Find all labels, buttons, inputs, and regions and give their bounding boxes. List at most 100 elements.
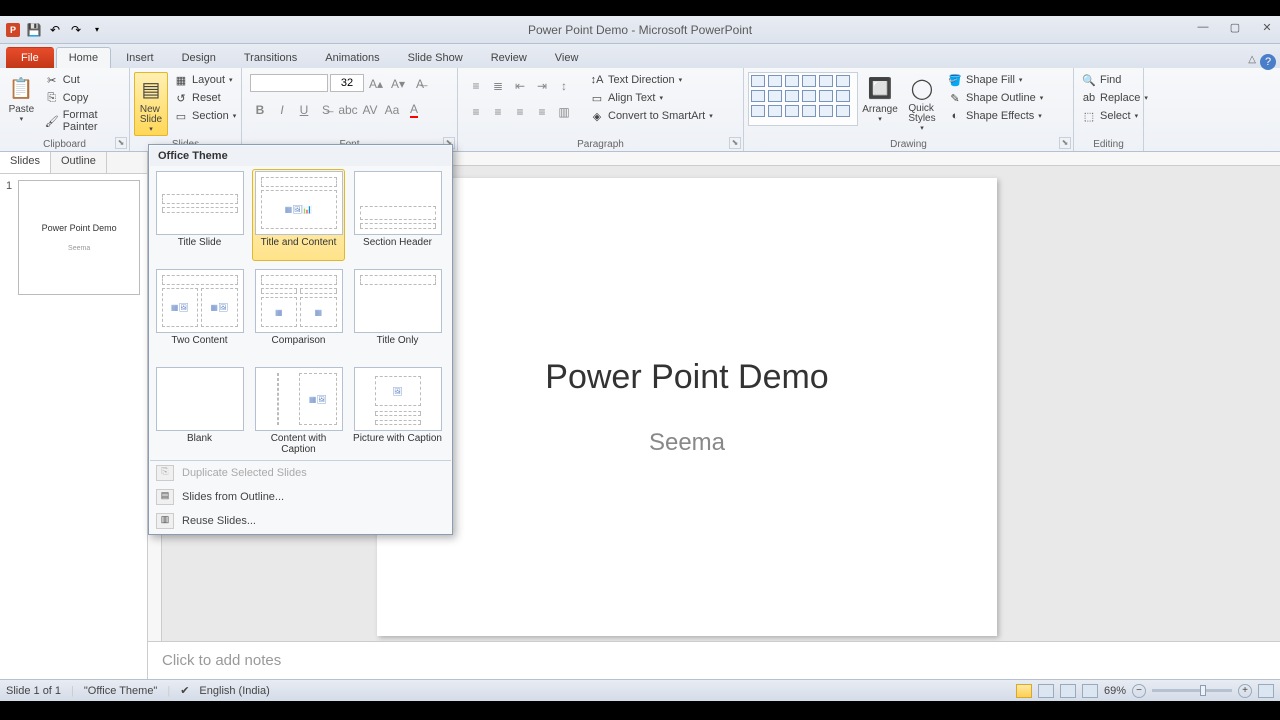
arrange-button[interactable]: 🔲Arrange▾ (860, 72, 900, 125)
slide-subtitle[interactable]: Seema (649, 429, 725, 457)
spacing-icon[interactable]: AV (360, 100, 380, 120)
font-size-combo[interactable] (330, 74, 364, 92)
qat-dropdown-icon[interactable]: ▾ (88, 21, 106, 39)
tab-view[interactable]: View (542, 47, 592, 68)
line-spacing-icon[interactable]: ↕ (554, 76, 574, 96)
tab-home[interactable]: Home (56, 47, 111, 69)
section-button[interactable]: ▭Section▾ (170, 108, 240, 124)
minimize-button[interactable]: — (1194, 21, 1212, 39)
paragraph-label: Paragraph (458, 139, 743, 150)
slides-from-outline-item[interactable]: ▤Slides from Outline... (150, 485, 451, 509)
smartart-button[interactable]: ◈Convert to SmartArt▾ (586, 108, 717, 124)
normal-view-icon[interactable] (1016, 684, 1032, 698)
notes-pane[interactable]: Click to add notes (148, 641, 1280, 679)
new-slide-button[interactable]: ▤ New Slide ▾ (134, 72, 168, 136)
layout-title-only[interactable]: Title Only (351, 267, 444, 359)
fit-window-icon[interactable] (1258, 684, 1274, 698)
bold-icon[interactable]: B (250, 100, 270, 120)
shape-outline-button[interactable]: ✎Shape Outline▾ (944, 90, 1047, 106)
select-button[interactable]: ⬚Select▾ (1078, 108, 1152, 124)
undo-icon[interactable]: ↶ (46, 21, 64, 39)
bullets-icon[interactable]: ≡ (466, 76, 486, 96)
underline-icon[interactable]: U (294, 100, 314, 120)
sorter-view-icon[interactable] (1038, 684, 1054, 698)
slide-thumbnail[interactable]: Power Point Demo Seema (18, 180, 140, 295)
layout-comparison[interactable]: ▦▦ Comparison (252, 267, 345, 359)
justify-icon[interactable]: ≡ (532, 102, 552, 122)
drawing-launcher[interactable]: ⬊ (1059, 137, 1071, 149)
slides-tab[interactable]: Slides (0, 152, 51, 173)
shrink-font-icon[interactable]: A▾ (388, 74, 408, 94)
cut-button[interactable]: ✂Cut (41, 72, 125, 88)
maximize-button[interactable]: ▢ (1226, 21, 1244, 39)
align-text-button[interactable]: ▭Align Text▾ (586, 90, 717, 106)
shape-fill-button[interactable]: 🪣Shape Fill▾ (944, 72, 1047, 88)
columns-icon[interactable]: ▥ (554, 102, 574, 122)
help-icon[interactable]: ? (1260, 54, 1276, 70)
text-direction-button[interactable]: ↕AText Direction▾ (586, 72, 717, 88)
quick-styles-button[interactable]: ◯Quick Styles▾ (902, 72, 942, 134)
tab-design[interactable]: Design (169, 47, 229, 68)
strike-icon[interactable]: S̶ (316, 100, 336, 120)
layout-content-caption[interactable]: ▦🖼 Content with Caption (252, 365, 345, 457)
layout-picture-caption[interactable]: 🖼 Picture with Caption (351, 365, 444, 457)
case-icon[interactable]: Aa (382, 100, 402, 120)
reuse-slides-item[interactable]: ▥Reuse Slides... (150, 509, 451, 533)
replace-button[interactable]: abReplace▾ (1078, 90, 1152, 106)
shadow-icon[interactable]: abc (338, 100, 358, 120)
layout-title-slide[interactable]: Title Slide (153, 169, 246, 261)
layout-section-header[interactable]: Section Header (351, 169, 444, 261)
clear-format-icon[interactable]: A̶ (410, 74, 430, 94)
copy-button[interactable]: ⎘Copy (41, 90, 125, 106)
tab-slideshow[interactable]: Slide Show (395, 47, 476, 68)
redo-icon[interactable]: ↷ (67, 21, 85, 39)
tab-insert[interactable]: Insert (113, 47, 167, 68)
clipboard-launcher[interactable]: ⬊ (115, 137, 127, 149)
tab-transitions[interactable]: Transitions (231, 47, 310, 68)
format-painter-button[interactable]: 🖌Format Painter (41, 108, 125, 134)
tab-animations[interactable]: Animations (312, 47, 392, 68)
italic-icon[interactable]: I (272, 100, 292, 120)
slide-title[interactable]: Power Point Demo (545, 358, 828, 397)
close-button[interactable]: ✕ (1258, 21, 1276, 39)
align-right-icon[interactable]: ≡ (510, 102, 530, 122)
shape-effects-button[interactable]: ◐Shape Effects▾ (944, 108, 1047, 124)
spellcheck-icon[interactable]: ✔ (180, 684, 189, 697)
group-clipboard: 📋 Paste ▾ ✂Cut ⎘Copy 🖌Format Painter Cli… (0, 68, 130, 151)
gallery-header: Office Theme (150, 146, 451, 166)
layout-blank[interactable]: Blank (153, 365, 246, 457)
layout-title-content[interactable]: ▦🖼📊 Title and Content (252, 169, 345, 261)
zoom-out-icon[interactable]: − (1132, 684, 1146, 698)
paragraph-launcher[interactable]: ⬊ (729, 137, 741, 149)
quick-styles-icon: ◯ (908, 74, 936, 102)
font-color-icon[interactable]: A (404, 100, 424, 120)
zoom-in-icon[interactable]: + (1238, 684, 1252, 698)
section-icon: ▭ (174, 109, 188, 123)
slide[interactable]: Power Point Demo Seema (377, 178, 997, 636)
paste-button[interactable]: 📋 Paste ▾ (4, 72, 39, 125)
align-center-icon[interactable]: ≡ (488, 102, 508, 122)
layout-two-content[interactable]: ▦🖼▦🖼 Two Content (153, 267, 246, 359)
outline-tab[interactable]: Outline (51, 152, 107, 173)
ribbon-minimize-icon[interactable]: △ (1248, 54, 1256, 65)
reading-view-icon[interactable] (1060, 684, 1076, 698)
text-direction-icon: ↕A (590, 73, 604, 87)
save-icon[interactable]: 💾 (25, 21, 43, 39)
shapes-gallery[interactable] (748, 72, 858, 126)
indent-icon[interactable]: ⇥ (532, 76, 552, 96)
zoom-slider[interactable] (1152, 689, 1232, 692)
reset-button[interactable]: ↺Reset (170, 90, 240, 106)
zoom-level[interactable]: 69% (1104, 685, 1126, 697)
outdent-icon[interactable]: ⇤ (510, 76, 530, 96)
group-drawing: 🔲Arrange▾ ◯Quick Styles▾ 🪣Shape Fill▾ ✎S… (744, 68, 1074, 151)
font-family-combo[interactable] (250, 74, 328, 92)
layout-button[interactable]: ▦Layout▾ (170, 72, 240, 88)
align-left-icon[interactable]: ≡ (466, 102, 486, 122)
grow-font-icon[interactable]: A▴ (366, 74, 386, 94)
numbering-icon[interactable]: ≣ (488, 76, 508, 96)
tab-review[interactable]: Review (478, 47, 540, 68)
slideshow-view-icon[interactable] (1082, 684, 1098, 698)
find-button[interactable]: 🔍Find (1078, 72, 1152, 88)
tab-file[interactable]: File (6, 47, 54, 68)
language-status[interactable]: English (India) (199, 685, 269, 697)
